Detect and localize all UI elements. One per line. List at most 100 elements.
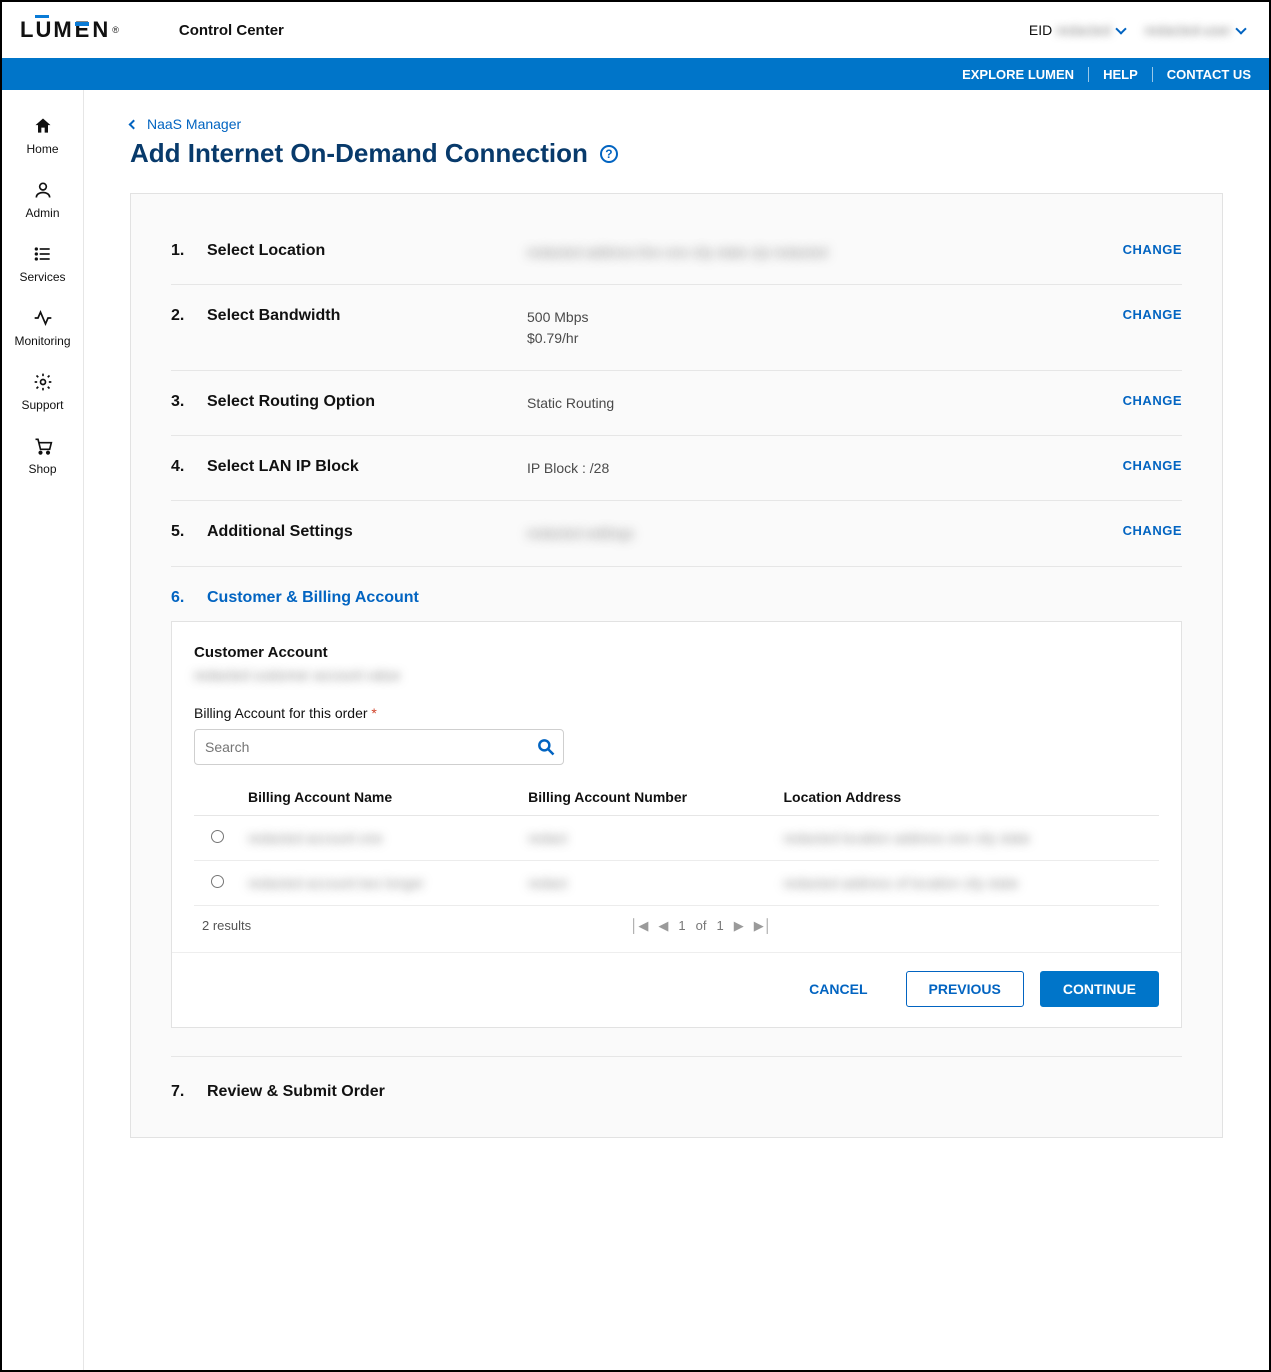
help-link[interactable]: HELP	[1089, 67, 1153, 82]
billing-search-input[interactable]	[194, 729, 564, 765]
pager-last-icon[interactable]: ▶│	[754, 918, 772, 934]
sidebar-item-label: Monitoring	[14, 334, 70, 348]
gear-icon	[33, 372, 53, 392]
step-row-billing-active: 6. Customer & Billing Account	[171, 567, 1182, 617]
step-value: Static Routing	[527, 393, 1123, 413]
bandwidth-price: $0.79/hr	[527, 328, 1123, 348]
eid-menu[interactable]: EID redacted	[1029, 22, 1131, 38]
step-row-ipblock: 4. Select LAN IP Block IP Block : /28 CH…	[171, 436, 1182, 501]
previous-button[interactable]: PREVIOUS	[906, 971, 1024, 1007]
step-value: 500 Mbps $0.79/hr	[527, 307, 1123, 348]
user-menu[interactable]: redacted-user	[1145, 22, 1251, 38]
cell-account-address: redacted address of location city state	[784, 875, 1019, 891]
table-row[interactable]: redacted account one redact redacted loc…	[194, 815, 1159, 860]
sidebar-item-support[interactable]: Support	[2, 360, 83, 424]
customer-account-heading: Customer Account	[194, 644, 1159, 661]
sidebar-item-label: Services	[19, 270, 65, 284]
page-title: Add Internet On-Demand Connection ?	[130, 138, 1223, 169]
pager-total: 1	[716, 918, 723, 933]
pager-next-icon[interactable]: ▶	[734, 918, 744, 934]
sidebar-item-monitoring[interactable]: Monitoring	[2, 296, 83, 360]
change-button[interactable]: CHANGE	[1123, 242, 1182, 257]
billing-account-radio[interactable]	[211, 830, 224, 843]
eid-value: redacted	[1056, 22, 1110, 38]
step-row-review: 7. Review & Submit Order	[171, 1057, 1182, 1101]
table-row[interactable]: redacted account two longer redact redac…	[194, 860, 1159, 905]
billing-account-radio[interactable]	[211, 875, 224, 888]
main-content: NaaS Manager Add Internet On-Demand Conn…	[84, 90, 1269, 1370]
pager-page: 1	[678, 918, 685, 933]
billing-accounts-table: Billing Account Name Billing Account Num…	[194, 779, 1159, 906]
step-title: Select LAN IP Block	[207, 458, 527, 476]
activity-icon	[33, 308, 53, 328]
pager-row: 2 results │◀ ◀ 1 of 1 ▶ ▶│	[194, 906, 1159, 952]
table-header-name: Billing Account Name	[240, 779, 520, 816]
cell-account-number: redact	[528, 875, 567, 891]
change-button[interactable]: CHANGE	[1123, 393, 1182, 408]
table-header-select	[194, 779, 240, 816]
step-title: Select Routing Option	[207, 393, 527, 411]
change-button[interactable]: CHANGE	[1123, 458, 1182, 473]
sidebar-item-shop[interactable]: Shop	[2, 424, 83, 488]
eid-label: EID	[1029, 22, 1052, 38]
step-number: 1.	[171, 242, 207, 260]
search-icon	[536, 737, 556, 757]
pager-prev-icon[interactable]: ◀	[658, 918, 668, 934]
table-header-number: Billing Account Number	[520, 779, 775, 816]
pager-controls: │◀ ◀ 1 of 1 ▶ ▶│	[630, 918, 772, 934]
step-actions: CANCEL PREVIOUS CONTINUE	[172, 952, 1181, 1027]
cell-account-address: redacted location address one city state	[784, 830, 1031, 846]
customer-account-value: redacted customer account value	[194, 667, 400, 683]
change-button[interactable]: CHANGE	[1123, 307, 1182, 322]
breadcrumb-label: NaaS Manager	[147, 116, 241, 132]
billing-account-field-label: Billing Account for this order *	[194, 705, 1159, 721]
step-number: 4.	[171, 458, 207, 476]
page-title-text: Add Internet On-Demand Connection	[130, 138, 588, 169]
step-number: 6.	[171, 589, 207, 607]
user-value: redacted-user	[1145, 22, 1231, 38]
wizard-panel: 1. Select Location redacted address line…	[130, 193, 1223, 1138]
brand-logo[interactable]: LUMEN®	[20, 17, 121, 43]
explore-link[interactable]: EXPLORE LUMEN	[948, 67, 1089, 82]
step-number: 3.	[171, 393, 207, 411]
billing-search-wrap	[194, 729, 564, 765]
contact-link[interactable]: CONTACT US	[1153, 67, 1251, 82]
pager-first-icon[interactable]: │◀	[630, 918, 648, 934]
continue-button[interactable]: CONTINUE	[1040, 971, 1159, 1007]
cancel-button[interactable]: CANCEL	[787, 971, 889, 1007]
sidebar-item-label: Admin	[25, 206, 59, 220]
sidebar-item-services[interactable]: Services	[2, 232, 83, 296]
step-title: Select Location	[207, 242, 527, 260]
step-value: redacted address line one city state zip…	[527, 242, 1123, 262]
top-nav-strip: EXPLORE LUMEN HELP CONTACT US	[2, 58, 1269, 90]
step-number: 2.	[171, 307, 207, 325]
sidebar-item-admin[interactable]: Admin	[2, 168, 83, 232]
step-row-bandwidth: 2. Select Bandwidth 500 Mbps $0.79/hr CH…	[171, 285, 1182, 371]
step-row-additional: 5. Additional Settings redacted settings…	[171, 501, 1182, 566]
sidebar-item-home[interactable]: Home	[2, 104, 83, 168]
step-number: 7.	[171, 1083, 207, 1101]
chevron-down-icon	[1115, 23, 1126, 34]
required-asterisk: *	[371, 705, 376, 721]
pager-of-label: of	[696, 918, 707, 933]
billing-card: Customer Account redacted customer accou…	[171, 621, 1182, 1028]
app-title: Control Center	[179, 22, 284, 39]
step-value: redacted settings	[527, 523, 1123, 543]
cell-account-name: redacted account one	[248, 830, 383, 846]
step-title: Customer & Billing Account	[207, 589, 419, 607]
cell-account-number: redact	[528, 830, 567, 846]
table-header-address: Location Address	[776, 779, 1160, 816]
breadcrumb-back[interactable]: NaaS Manager	[130, 116, 1223, 132]
results-count: 2 results	[202, 918, 251, 933]
search-button[interactable]	[534, 735, 558, 759]
change-button[interactable]: CHANGE	[1123, 523, 1182, 538]
user-icon	[33, 180, 53, 200]
step-number: 5.	[171, 523, 207, 541]
step-row-routing: 3. Select Routing Option Static Routing …	[171, 371, 1182, 436]
cart-icon	[33, 436, 53, 456]
step-value: IP Block : /28	[527, 458, 1123, 478]
help-icon[interactable]: ?	[600, 145, 618, 163]
sidebar: Home Admin Services Monitoring Support	[2, 90, 84, 1370]
app-header: LUMEN® Control Center EID redacted redac…	[2, 2, 1269, 58]
list-icon	[33, 244, 53, 264]
